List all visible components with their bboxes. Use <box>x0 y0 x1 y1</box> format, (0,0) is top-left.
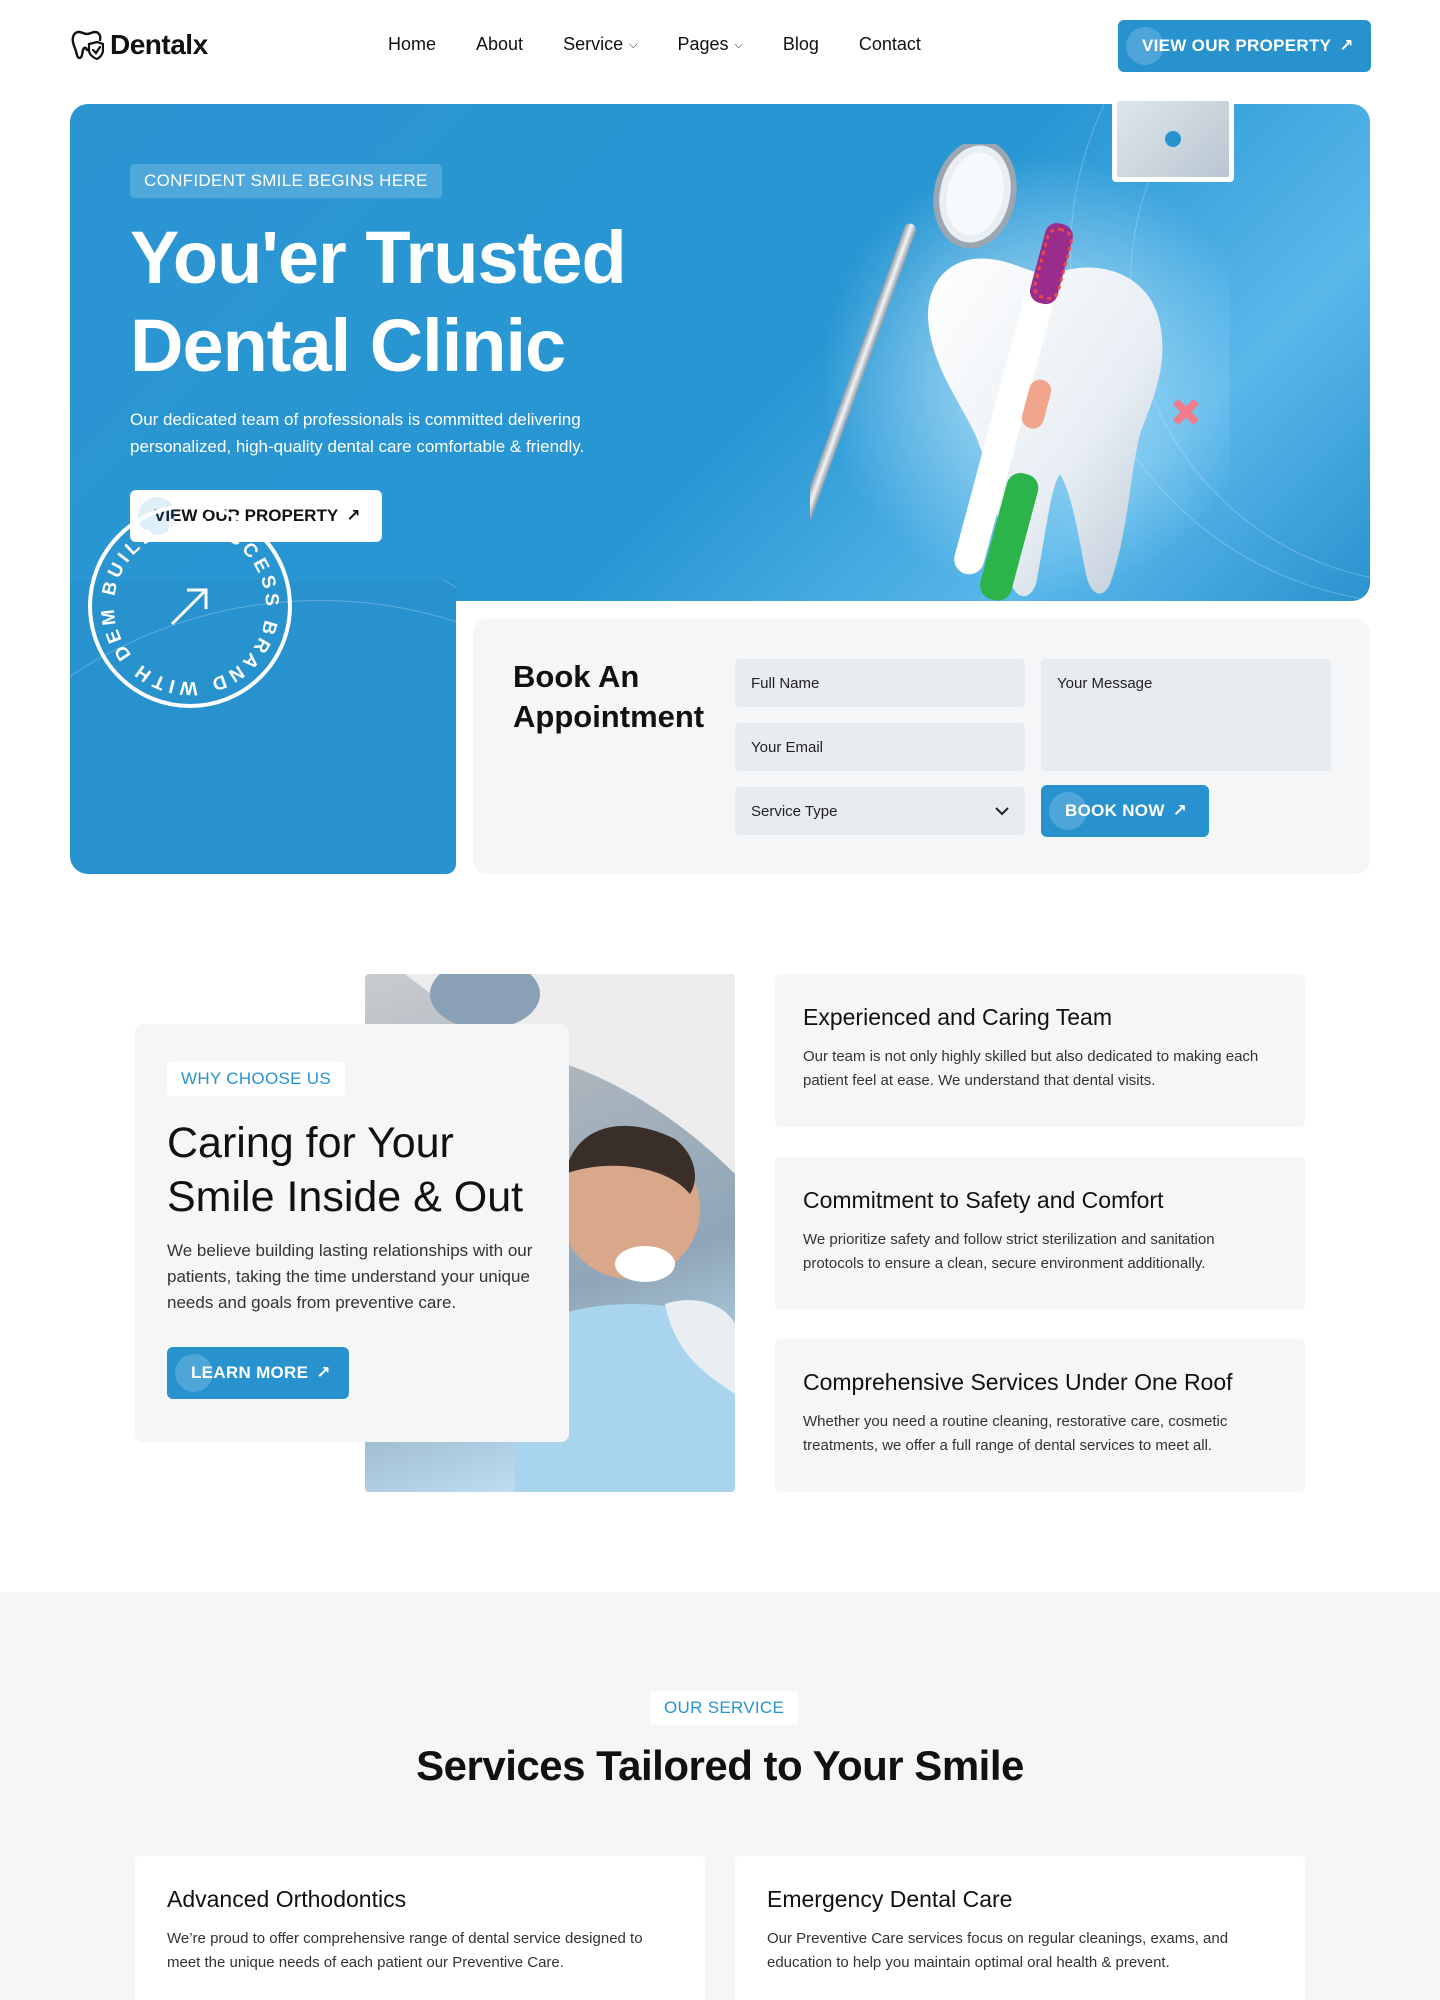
feature-title: Comprehensive Services Under One Roof <box>803 1369 1233 1395</box>
email-placeholder: Your Email <box>751 738 823 756</box>
button-highlight-dot <box>1049 792 1087 830</box>
video-preview <box>1117 101 1229 177</box>
nav-service[interactable]: Service ⌵ <box>563 34 637 55</box>
services-badge: OUR SERVICE <box>650 1691 799 1725</box>
play-icon <box>1165 131 1181 147</box>
seal-text: BUILD A SUCCESS BRAND WITH DEMOUI <box>87 503 278 698</box>
services-title: Services Tailored to Your Smile <box>416 1742 1024 1789</box>
services-section: OUR SERVICE Services Tailored to Your Sm… <box>0 1592 1440 2000</box>
video-thumbnail[interactable] <box>1112 96 1234 182</box>
view-property-button[interactable]: VIEW OUR PROPERTY ↗ <box>1118 20 1371 72</box>
feature-title: Experienced and Caring Team <box>803 1004 1112 1030</box>
why-choose-card: WHY CHOOSE US Caring for Your Smile Insi… <box>135 1024 569 1442</box>
chevron-down-icon <box>995 807 1009 816</box>
nav-pages[interactable]: Pages ⌵ <box>677 34 742 55</box>
nav-service-label: Service <box>563 34 624 54</box>
button-highlight-dot <box>175 1354 213 1392</box>
service-title: Emergency Dental Care <box>767 1886 1013 1912</box>
full-name-placeholder: Full Name <box>751 674 820 692</box>
learn-more-button[interactable]: LEARN MORE ↗ <box>167 1347 349 1399</box>
service-text: We’re proud to offer comprehensive range… <box>167 1930 643 1971</box>
brand-name: Dentalx <box>110 29 208 60</box>
message-textarea[interactable]: Your Message <box>1041 659 1331 771</box>
main-menu: Home About Service ⌵ Pages ⌵ Blog Contact <box>388 34 921 55</box>
arrow-up-right-icon <box>170 588 208 626</box>
why-badge: WHY CHOOSE US <box>167 1062 345 1096</box>
feature-card: Comprehensive Services Under One Roof Wh… <box>775 1339 1305 1492</box>
nav-home-label: Home <box>388 34 437 54</box>
service-card[interactable]: Advanced Orthodontics We’re proud to off… <box>135 1856 705 2000</box>
nav-pages-label: Pages <box>677 34 729 54</box>
feature-title: Commitment to Safety and Comfort <box>803 1187 1164 1213</box>
arrow-up-right-icon: ↗ <box>316 1363 331 1382</box>
hero-subtitle: Our dedicated team of professionals is c… <box>130 410 585 456</box>
nav-blog-label: Blog <box>782 34 819 54</box>
button-highlight-dot <box>1126 27 1164 65</box>
chevron-down-icon: ⌵ <box>734 39 743 51</box>
service-title: Advanced Orthodontics <box>167 1886 407 1912</box>
hero-badge: CONFIDENT SMILE BEGINS HERE <box>130 164 442 198</box>
email-input[interactable]: Your Email <box>735 723 1025 771</box>
why-title: Caring for Your Smile Inside & Out <box>167 1119 524 1221</box>
service-type-select[interactable]: Service Type <box>735 787 1025 835</box>
nav-contact[interactable]: Contact <box>859 34 921 55</box>
tooth-toothbrush-illustration <box>810 144 1230 601</box>
feature-card: Experienced and Caring Team Our team is … <box>775 974 1305 1127</box>
nav-about-label: About <box>476 34 524 54</box>
circular-seal[interactable]: BUILD A SUCCESS BRAND WITH DEMOUI <box>87 503 293 709</box>
arrow-up-right-icon: ↗ <box>346 506 361 525</box>
top-navigation: Dentalx Home About Service ⌵ Pages ⌵ Blog … <box>0 0 1440 90</box>
hero-title: You'er Trusted Dental Clinic <box>130 216 627 387</box>
nav-blog[interactable]: Blog <box>783 34 819 55</box>
service-type-placeholder: Service Type <box>751 802 838 820</box>
message-placeholder: Your Message <box>1057 675 1153 692</box>
feature-text: Our team is not only highly skilled but … <box>803 1048 1259 1089</box>
booking-form: Book An Appointment Full Name Your Email… <box>473 619 1370 874</box>
feature-card: Commitment to Safety and Comfort We prio… <box>775 1157 1305 1310</box>
tooth-shield-icon <box>71 30 104 61</box>
svg-text:BUILD A SUCCESS BRAND WITH DEM: BUILD A SUCCESS BRAND WITH DEMOUI <box>87 503 282 698</box>
chevron-down-icon: ⌵ <box>629 39 638 51</box>
booking-title: Book An Appointment <box>513 659 705 734</box>
service-card[interactable]: Emergency Dental Care Our Preventive Car… <box>735 1856 1305 2000</box>
arrow-up-right-icon: ↗ <box>1172 801 1188 820</box>
nav-about[interactable]: About <box>476 34 523 55</box>
full-name-input[interactable]: Full Name <box>735 659 1025 707</box>
logo[interactable]: Dentalx <box>70 28 208 62</box>
view-property-label: VIEW OUR PROPERTY <box>1142 36 1332 55</box>
feature-text: We prioritize safety and follow strict s… <box>803 1231 1215 1272</box>
nav-contact-label: Contact <box>858 34 921 54</box>
service-text: Our Preventive Care services focus on re… <box>767 1930 1229 1971</box>
nav-home[interactable]: Home <box>388 34 436 55</box>
book-now-button[interactable]: BOOK NOW ↗ <box>1041 785 1209 837</box>
why-description: We believe building lasting relationship… <box>167 1241 533 1312</box>
arrow-up-right-icon: ↗ <box>1339 36 1354 55</box>
feature-text: Whether you need a routine cleaning, res… <box>803 1413 1228 1454</box>
